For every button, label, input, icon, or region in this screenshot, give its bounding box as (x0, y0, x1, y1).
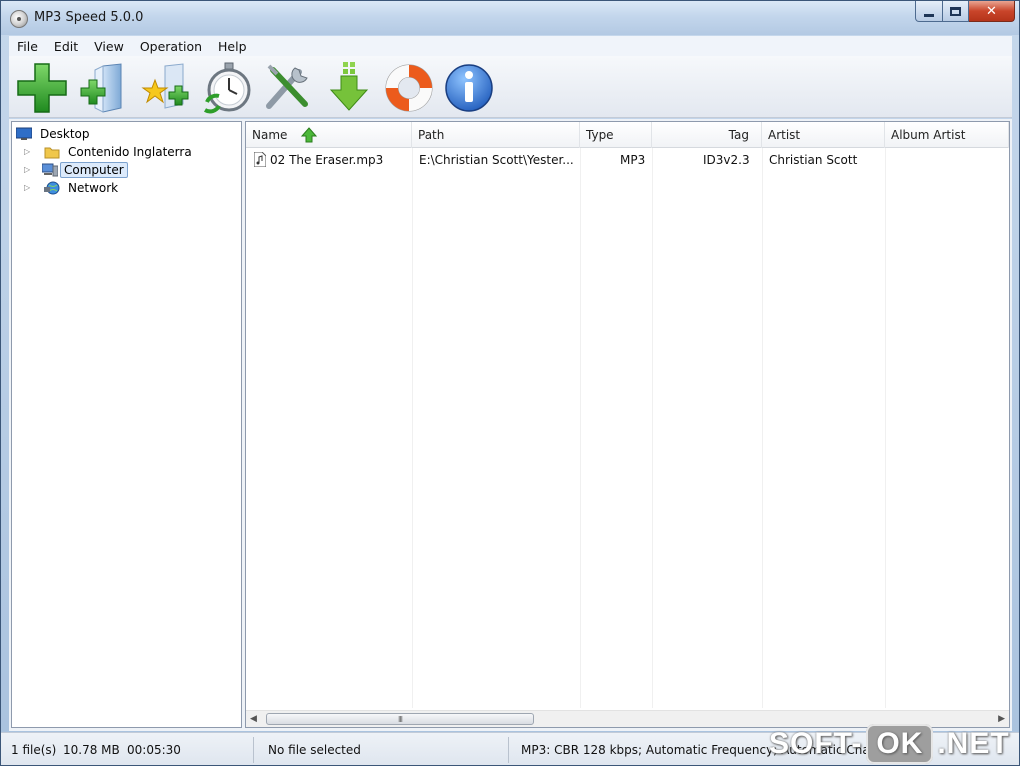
status-divider (253, 737, 254, 763)
scroll-left-icon[interactable]: ◀ (250, 714, 257, 724)
add-files-button[interactable] (15, 60, 71, 116)
stopwatch-icon (203, 62, 251, 114)
status-total-size: 10.78 MB (63, 742, 120, 757)
minimize-icon (924, 13, 934, 17)
star-plus-icon (141, 63, 189, 109)
sort-ascending-icon (301, 127, 318, 143)
info-icon (445, 64, 493, 112)
column-label: Path (418, 128, 445, 142)
watermark-logo: SOFT- OK .NET (769, 723, 1010, 765)
maximize-icon (950, 6, 961, 16)
download-button[interactable] (321, 60, 377, 116)
computer-icon (41, 163, 59, 177)
window-title: MP3 Speed 5.0.0 (34, 10, 144, 25)
cell-type: MP3 (620, 153, 646, 167)
tree-item-label: Contenido Inglaterra (68, 144, 192, 159)
column-divider (885, 148, 886, 708)
column-divider (580, 148, 581, 708)
minimize-button[interactable] (915, 1, 943, 22)
menu-file[interactable]: File (9, 39, 46, 54)
column-divider (412, 148, 413, 708)
plus-icon (17, 63, 67, 113)
status-divider (508, 737, 509, 763)
maximize-button[interactable] (943, 1, 969, 22)
tree-item-desktop[interactable]: Desktop (15, 125, 93, 142)
menu-help[interactable]: Help (210, 39, 255, 54)
status-selection: No file selected (268, 742, 361, 757)
column-header-artist[interactable]: Artist (762, 122, 885, 148)
add-favorites-button[interactable] (139, 60, 195, 116)
column-divider (652, 148, 653, 708)
title-bar[interactable]: MP3 Speed 5.0.0 ✕ (1, 1, 1019, 35)
watermark-ok-box: OK (866, 724, 934, 764)
column-label: Type (586, 128, 614, 142)
expand-arrow-icon[interactable]: ▷ (24, 184, 32, 192)
status-file-count: 1 file(s) (11, 742, 57, 757)
cell-tag: ID3v2.3 (703, 153, 750, 167)
download-arrow-icon (329, 62, 369, 111)
add-folder-button[interactable] (73, 60, 129, 116)
folder-tree[interactable]: Desktop ▷ Contenido Inglaterra ▷ Compute… (11, 121, 242, 728)
help-button[interactable] (381, 60, 437, 116)
tools-icon (266, 64, 308, 109)
column-divider (762, 148, 763, 708)
expand-arrow-icon[interactable]: ▷ (24, 166, 32, 174)
tree-item-label: Network (68, 180, 119, 195)
lifebuoy-icon (385, 64, 433, 112)
folder-plus-icon (80, 63, 122, 113)
desktop-icon (15, 127, 33, 141)
window-controls: ✕ (915, 1, 1015, 22)
column-header-path[interactable]: Path (412, 122, 580, 148)
tree-item-label: Desktop (40, 126, 90, 141)
watermark-text: SOFT- (769, 727, 863, 760)
menu-bar: File Edit View Operation Help (9, 36, 1012, 56)
settings-button[interactable] (259, 60, 315, 116)
scrollbar-thumb[interactable]: III (266, 713, 534, 725)
cell-artist: Christian Scott (769, 153, 858, 167)
tree-item-computer[interactable]: ▷ Computer (24, 161, 128, 178)
expand-arrow-icon[interactable]: ▷ (24, 148, 32, 156)
column-header-tag[interactable]: Tag (652, 122, 762, 148)
cell-path: E:\Christian Scott\Yester... (419, 153, 574, 167)
column-header-name[interactable]: Name (246, 122, 412, 148)
tree-item-contenido-inglaterra[interactable]: ▷ Contenido Inglaterra (24, 143, 195, 160)
column-label: Album Artist (891, 128, 966, 142)
menu-operation[interactable]: Operation (132, 39, 210, 54)
cd-icon[interactable] (10, 10, 28, 28)
close-icon: ✕ (986, 3, 997, 19)
menu-edit[interactable]: Edit (46, 39, 86, 54)
column-header-album-artist[interactable]: Album Artist (885, 122, 1009, 148)
cell-name: 02 The Eraser.mp3 (270, 153, 384, 167)
tree-item-label: Computer (60, 161, 128, 178)
app-window: MP3 Speed 5.0.0 ✕ File Edit View Operati… (0, 0, 1020, 766)
toolbar (9, 56, 1012, 118)
column-label: Tag (728, 128, 749, 142)
change-speed-button[interactable] (199, 60, 255, 116)
network-icon (44, 181, 60, 195)
about-button[interactable] (441, 60, 497, 116)
mp3-file-icon (253, 151, 267, 170)
column-header-row: Name Path Type Tag Artist Album Artist (246, 122, 1009, 148)
tree-item-network[interactable]: ▷ Network (24, 179, 121, 196)
column-label: Name (252, 128, 288, 142)
menu-view[interactable]: View (86, 39, 132, 54)
status-total-duration: 00:05:30 (127, 742, 181, 757)
grip-icon: III (397, 714, 403, 724)
column-label: Artist (768, 128, 801, 142)
column-header-type[interactable]: Type (580, 122, 652, 148)
watermark-text: .NET (937, 727, 1010, 760)
close-button[interactable]: ✕ (969, 1, 1015, 22)
folder-icon (44, 145, 60, 159)
file-list[interactable]: Name Path Type Tag Artist Album Artist 0… (245, 121, 1010, 728)
